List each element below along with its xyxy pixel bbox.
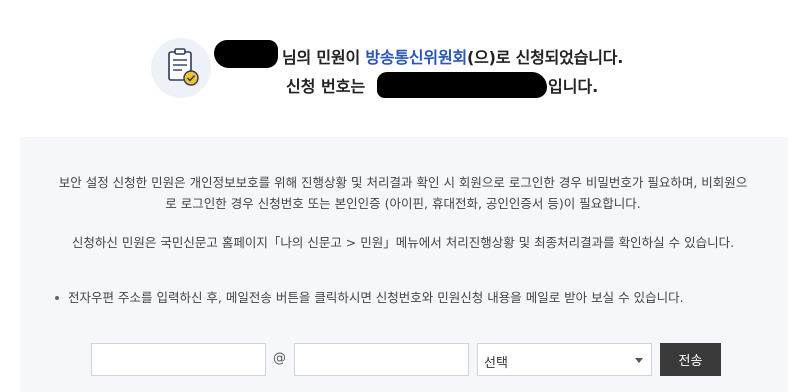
confirmation-tail: (으)로 신청되었습니다. <box>466 48 624 67</box>
confirmation-prefix: 님의 민원이 <box>282 48 366 67</box>
agency-name: 방송통신위원회 <box>365 48 467 67</box>
email-domain-input[interactable] <box>294 343 469 376</box>
send-email-button[interactable]: 전송 <box>660 343 721 376</box>
email-domain-select-value: 선택 <box>484 356 508 371</box>
email-tip: 전자우편 주소를 입력하신 후, 메일전송 버튼을 클릭하시면 신청번호와 민원… <box>55 287 725 308</box>
redacted-applicant-name <box>214 40 278 68</box>
email-domain-select[interactable]: 선택 <box>477 343 652 376</box>
application-number-label: 신청 번호는 <box>286 77 366 96</box>
security-notice: 보안 설정 신청한 민원은 개인정보보호를 위해 진행상황 및 처리결과 확인 … <box>58 175 748 211</box>
redacted-application-number <box>377 72 547 98</box>
document-check-icon <box>151 38 211 98</box>
bullet-icon <box>55 296 59 300</box>
application-number-suffix: 입니다. <box>548 77 599 96</box>
result-header: 님의 민원이 방송통신위원회(으)로 신청되었습니다. 신청 번호는 입니다. <box>0 0 800 110</box>
email-local-input[interactable] <box>91 343 266 376</box>
status-check-notice: 신청하신 민원은 국민신문고 홈페이지「나의 신문고 > 민원」메뉴에서 처리진… <box>71 235 735 250</box>
at-symbol: @ <box>273 351 286 366</box>
email-tip-text: 전자우편 주소를 입력하신 후, 메일전송 버튼을 클릭하시면 신청번호와 민원… <box>68 290 684 305</box>
application-confirmation-line: 님의 민원이 방송통신위원회(으)로 신청되었습니다. <box>282 44 623 68</box>
chevron-down-icon <box>635 358 643 363</box>
